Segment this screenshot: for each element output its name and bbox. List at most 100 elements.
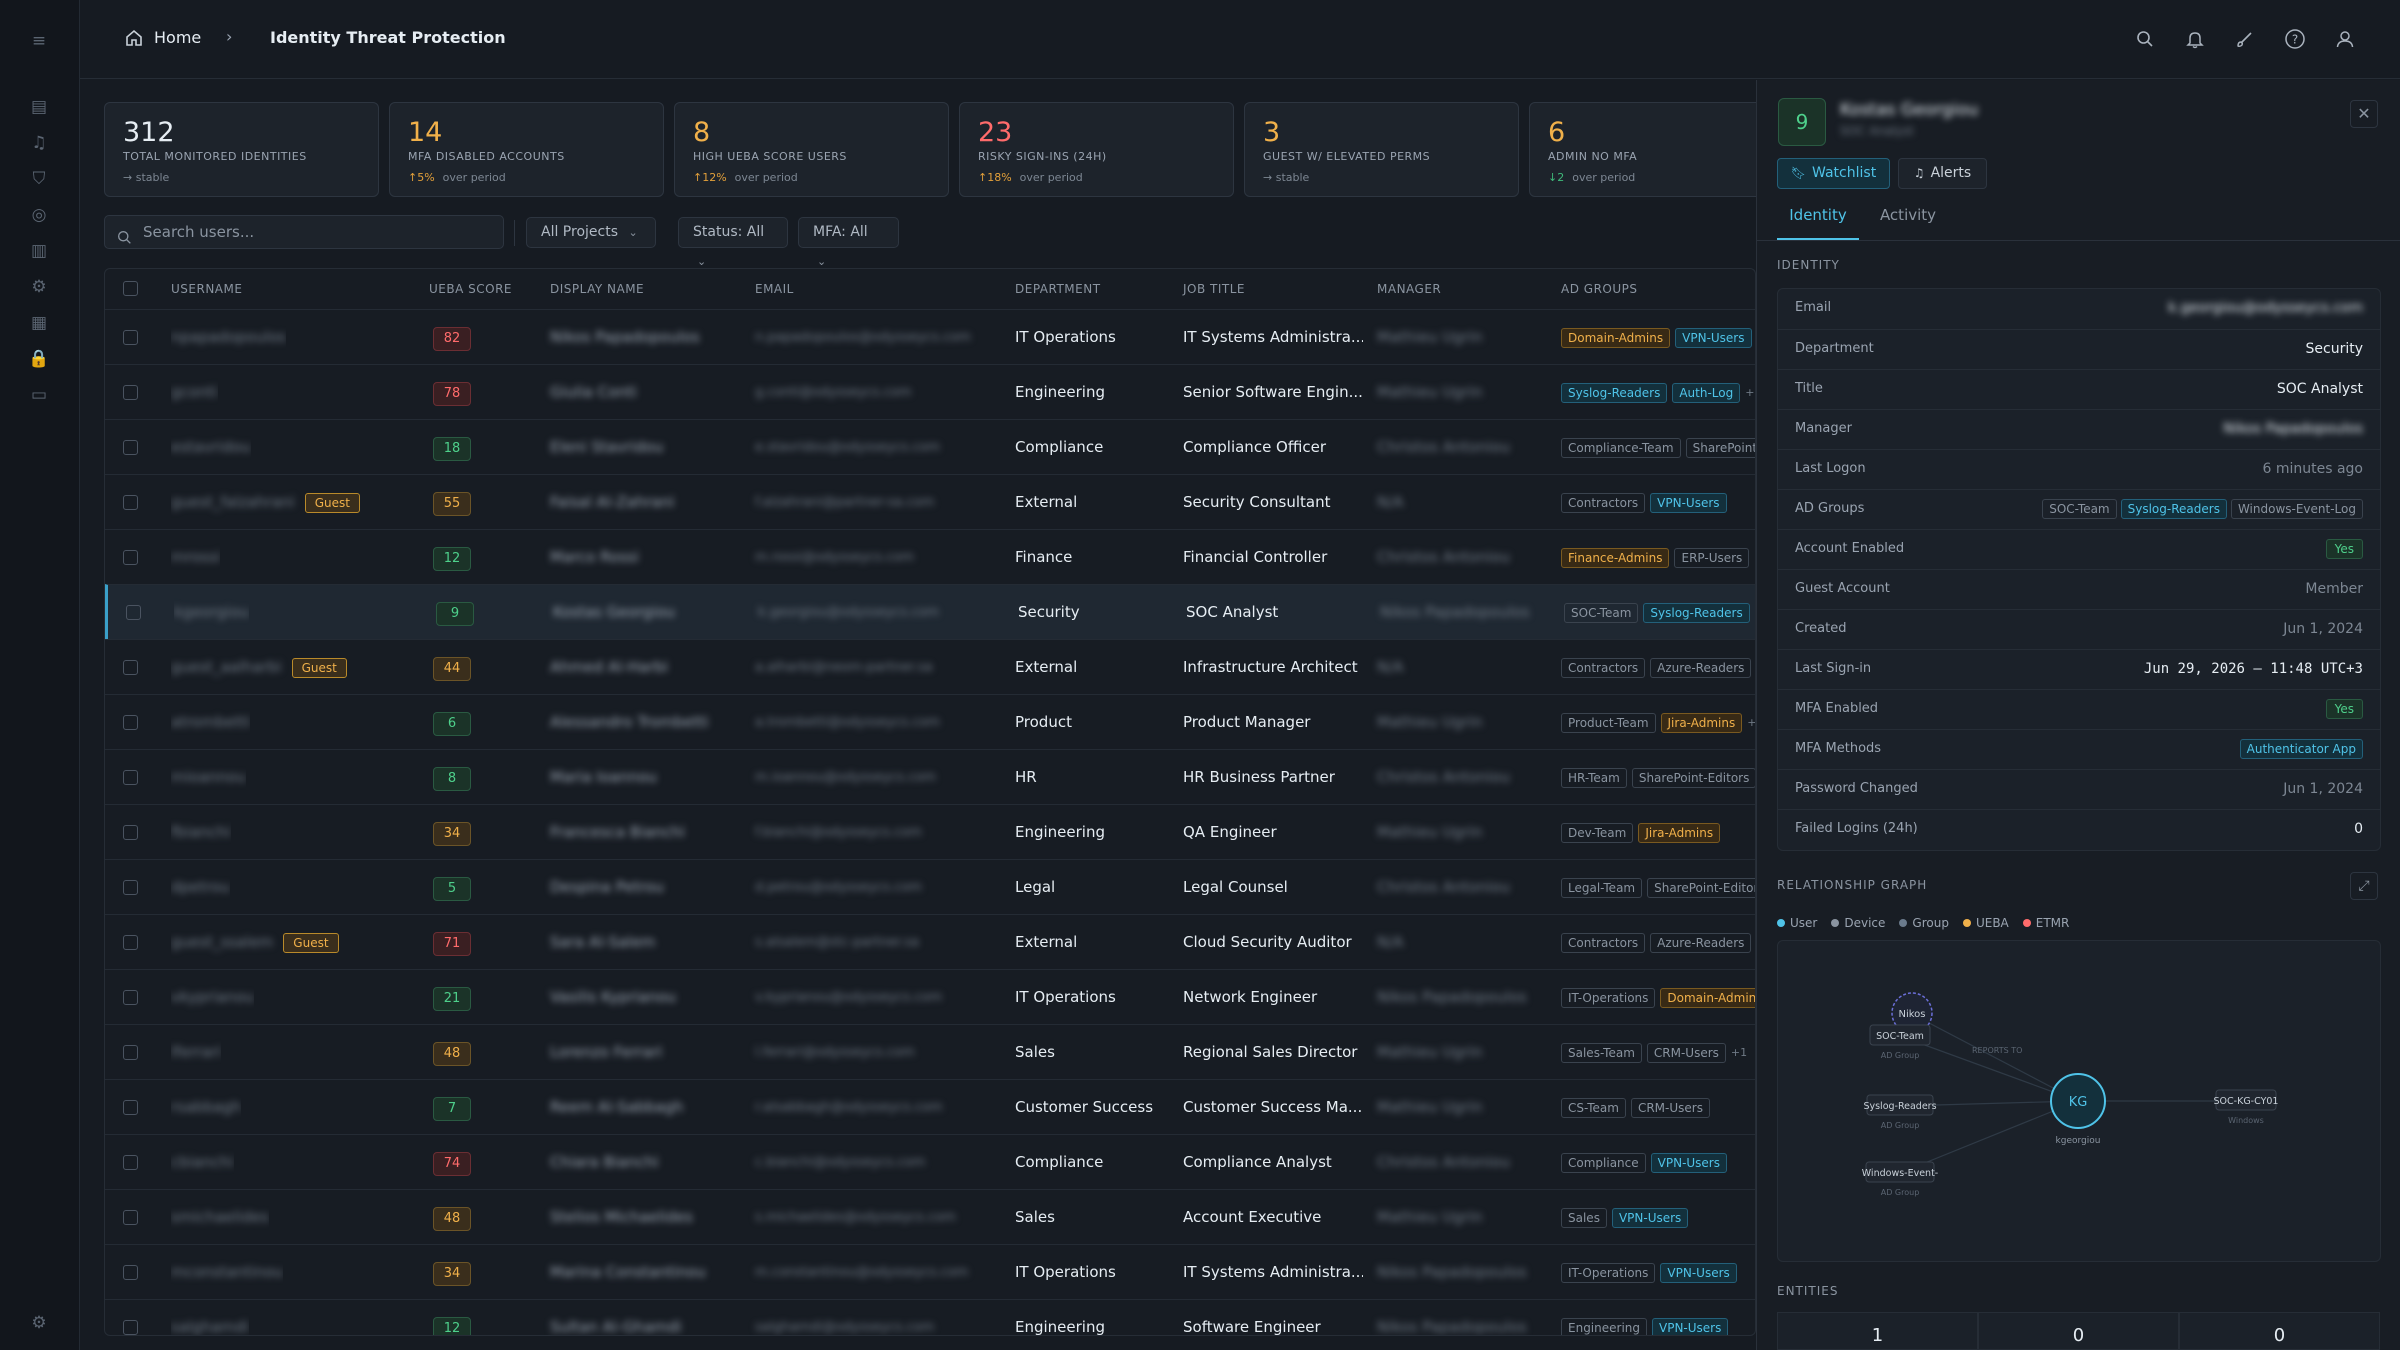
- stat-trend: ↓2 over period: [1548, 171, 1785, 184]
- row-checkbox[interactable]: [123, 1100, 138, 1115]
- status-filter[interactable]: Status: All ⌄: [678, 217, 788, 268]
- mfa-filter[interactable]: MFA: All ⌄: [798, 217, 899, 268]
- gear-icon[interactable]: ⚙: [26, 1310, 52, 1336]
- entity-count[interactable]: 1: [1777, 1312, 1978, 1350]
- manager: Nikos Papadopoulos: [1380, 603, 1530, 621]
- row-checkbox[interactable]: [123, 1155, 138, 1170]
- ad-groups-cell: Compliance-Team SharePoint-: [1561, 420, 1755, 475]
- close-icon[interactable]: ✕: [2350, 100, 2378, 128]
- row-checkbox[interactable]: [123, 770, 138, 785]
- table-row[interactable]: fbianchi 34 Francesca Bianchi f.bianchi@ody…: [105, 804, 1755, 859]
- help-icon[interactable]: ?: [2280, 24, 2310, 54]
- table-row[interactable]: dpetrou 5 Despina Petrou d.petrou@odysseycs…: [105, 859, 1755, 914]
- row-checkbox[interactable]: [123, 1210, 138, 1225]
- row-checkbox[interactable]: [123, 990, 138, 1005]
- identity-field-label: Guest Account: [1795, 581, 1890, 596]
- table-row[interactable]: guest_aalharbi Guest 44 Ahmed Al-Harbi a.alh…: [105, 639, 1755, 694]
- tab-identity[interactable]: Identity: [1777, 206, 1859, 240]
- table-row[interactable]: kgeorgiou 9 Kostas Georgiou k.georgiou@odys…: [105, 584, 1755, 639]
- shield-icon[interactable]: ⛉: [26, 166, 52, 192]
- home-icon[interactable]: [124, 28, 144, 52]
- table-row[interactable]: guest_falzahrani Guest 55 Faisal Al-Zahrani…: [105, 474, 1755, 529]
- row-checkbox[interactable]: [123, 1265, 138, 1280]
- column-header[interactable]: DISPLAY NAME: [550, 269, 644, 309]
- breadcrumb-home[interactable]: Home: [154, 28, 201, 47]
- row-checkbox[interactable]: [123, 1320, 138, 1335]
- target-icon[interactable]: ◎: [26, 202, 52, 228]
- alerts-icon[interactable]: ♫: [26, 130, 52, 156]
- lock-icon[interactable]: 🔒: [26, 346, 52, 372]
- ueba-score-badge: 7: [433, 1097, 471, 1121]
- row-checkbox[interactable]: [123, 495, 138, 510]
- bookmark-icon: 🔖︎: [1790, 166, 1807, 180]
- row-checkbox[interactable]: [123, 825, 138, 840]
- column-header[interactable]: MANAGER: [1377, 269, 1441, 309]
- table-row[interactable]: mrossi 12 Marco Rossi m.rossi@odysseycs.com…: [105, 529, 1755, 584]
- table-row[interactable]: salghamdi 12 Sultan Al-Ghamdi salghamdi@ody…: [105, 1299, 1755, 1335]
- watchlist-button[interactable]: 🔖︎ Watchlist: [1777, 158, 1890, 189]
- row-checkbox[interactable]: [123, 715, 138, 730]
- settings-icon[interactable]: ⚙: [26, 274, 52, 300]
- row-checkbox[interactable]: [123, 1045, 138, 1060]
- menu-icon[interactable]: ≡: [26, 28, 52, 54]
- stat-card[interactable]: 312 TOTAL MONITORED IDENTITIES → stable: [104, 102, 379, 197]
- column-header[interactable]: DEPARTMENT: [1015, 269, 1101, 309]
- bar-chart-icon[interactable]: ▦: [26, 310, 52, 336]
- entity-count[interactable]: 0: [1978, 1312, 2179, 1350]
- search-input[interactable]: Search users...: [104, 215, 504, 249]
- table-row[interactable]: gconti 78 Giulia Conti g.conti@odysseycs.co…: [105, 364, 1755, 419]
- expand-icon[interactable]: ⤢: [2350, 872, 2378, 900]
- dashboard-icon[interactable]: ▤: [26, 94, 52, 120]
- table-row[interactable]: npapadopoulos 82 Nikos Papadopoulos n.papad…: [105, 309, 1755, 364]
- user-icon[interactable]: [2330, 24, 2360, 54]
- entity-count[interactable]: 0: [2179, 1312, 2380, 1350]
- stat-card[interactable]: 3 GUEST W/ ELEVATED PERMS → stable: [1244, 102, 1519, 197]
- table-row[interactable]: atrombetti 6 Alessandro Trombetti a.trombet…: [105, 694, 1755, 749]
- table-row[interactable]: cbianchi 74 Chiara Bianchi c.bianchi@odysse…: [105, 1134, 1755, 1189]
- project-filter[interactable]: All Projects ⌄: [526, 217, 656, 248]
- row-checkbox[interactable]: [123, 660, 138, 675]
- chart-icon[interactable]: ▥: [26, 238, 52, 264]
- stat-card[interactable]: 8 HIGH UEBA SCORE USERS ↑12% over period: [674, 102, 949, 197]
- identity-field: AD Groups SOC-Team Syslog-Readers Windows-E…: [1777, 489, 2381, 528]
- stat-card[interactable]: 14 MFA DISABLED ACCOUNTS ↑5% over period: [389, 102, 664, 197]
- column-header[interactable]: AD GROUPS: [1561, 269, 1637, 309]
- table-row[interactable]: guest_ssalem Guest 71 Sara Al-Salem s.alsale…: [105, 914, 1755, 969]
- table-row[interactable]: estavridou 18 Eleni Stavridou e.stavridou@o…: [105, 419, 1755, 475]
- column-header[interactable]: JOB TITLE: [1183, 269, 1245, 309]
- row-checkbox[interactable]: [126, 605, 141, 620]
- row-checkbox[interactable]: [123, 440, 138, 455]
- table-row[interactable]: smichaelides 48 Stelios Michaelides s.micha…: [105, 1189, 1755, 1244]
- row-checkbox[interactable]: [123, 550, 138, 565]
- column-header[interactable]: USERNAME: [171, 269, 242, 309]
- ad-group-tag: Compliance-Team: [1561, 437, 1681, 458]
- monitor-icon[interactable]: ▭: [26, 382, 52, 408]
- table-row[interactable]: rsabbagh 7 Reem Al-Sabbagh r.alsabbagh@odys…: [105, 1079, 1755, 1134]
- identity-field-value: Jun 1, 2024: [2283, 621, 2363, 637]
- table-row[interactable]: mioannou 8 Maria Ioannou m.ioannou@odysseyc…: [105, 749, 1755, 804]
- select-all-checkbox[interactable]: [123, 281, 138, 296]
- row-checkbox[interactable]: [123, 935, 138, 950]
- stat-card[interactable]: 23 RISKY SIGN-INS (24H) ↑18% over period: [959, 102, 1234, 197]
- row-checkbox[interactable]: [123, 385, 138, 400]
- tab-activity[interactable]: Activity: [1872, 206, 1944, 240]
- alerts-button[interactable]: ♫ Alerts: [1898, 158, 1987, 189]
- row-checkbox[interactable]: [123, 880, 138, 895]
- ad-group-tag: SOC-Team: [1564, 602, 1639, 623]
- table-row[interactable]: mconstantinou 34 Marina Constantinou m.cons…: [105, 1244, 1755, 1299]
- ueba-score-badge: 9: [436, 602, 474, 626]
- section-graph-heading: RELATIONSHIP GRAPH: [1777, 878, 1928, 892]
- row-checkbox[interactable]: [123, 330, 138, 345]
- bell-icon[interactable]: [2180, 24, 2210, 54]
- bell-icon: ♫: [1913, 166, 1925, 180]
- table-row[interactable]: lferrari 48 Lorenzo Ferrari l.ferrari@odyss…: [105, 1024, 1755, 1079]
- manager: Christos Antoniou: [1377, 548, 1510, 566]
- column-header[interactable]: UEBA SCORE: [429, 269, 512, 309]
- job-title: Compliance Officer: [1183, 438, 1327, 456]
- search-icon[interactable]: [2130, 24, 2160, 54]
- column-header[interactable]: EMAIL: [755, 269, 794, 309]
- brush-icon[interactable]: [2230, 24, 2260, 54]
- table-row[interactable]: vkyprianou 21 Vasilis Kyprianou v.kyprianou…: [105, 969, 1755, 1024]
- manager: Mathieu Ugrin: [1377, 328, 1483, 346]
- relationship-graph[interactable]: Nikos REPORTS TO SOC-Team AD Group Syslog-Re…: [1777, 940, 2381, 1262]
